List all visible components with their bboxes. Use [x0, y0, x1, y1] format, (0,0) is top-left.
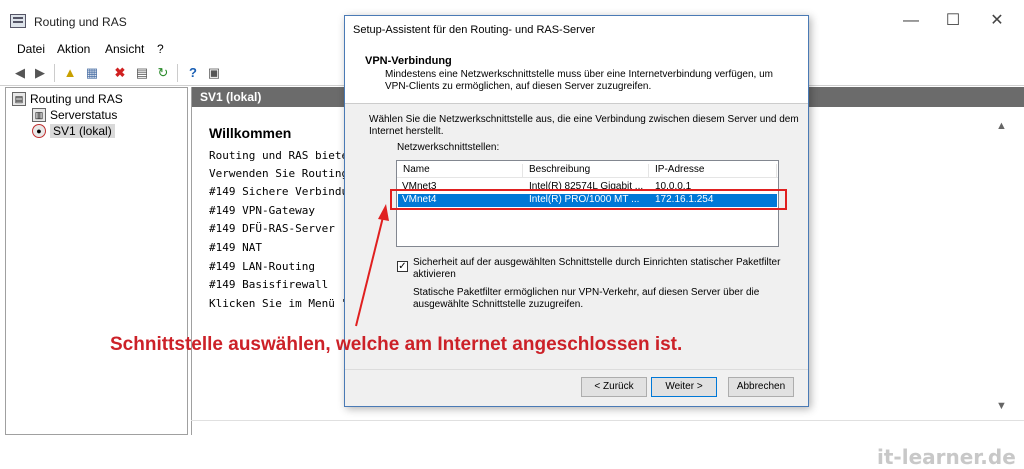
- close-icon[interactable]: ✕: [982, 10, 1012, 32]
- tree-root[interactable]: ▤ Routing und RAS: [12, 92, 123, 106]
- window-title: Routing und RAS: [34, 15, 127, 29]
- highlight-box: [390, 189, 787, 210]
- properties-icon[interactable]: ▤: [134, 65, 150, 81]
- cancel-button[interactable]: Abbrechen: [728, 377, 794, 397]
- app-icon: [10, 14, 26, 28]
- delete-icon[interactable]: ✖: [112, 65, 128, 81]
- feature-line: #149 DFÜ-RAS-Server: [209, 222, 335, 235]
- watermark: it-learner.de: [877, 445, 1016, 469]
- feature-line: #149 NAT: [209, 241, 262, 254]
- annotation-text: Schnittstelle auswählen, welche am Inter…: [110, 334, 683, 355]
- maximize-icon[interactable]: ☐: [938, 10, 968, 32]
- dialog-title: Setup-Assistent für den Routing- und RAS…: [345, 16, 808, 44]
- vertical-scrollbar[interactable]: ▲ ▼: [993, 108, 1010, 420]
- listview-header: Name Beschreibung IP-Adresse: [397, 161, 778, 178]
- dialog-separator: [345, 369, 808, 370]
- server-icon: ▤: [12, 92, 26, 106]
- packet-filter-label[interactable]: Sicherheit auf der ausgewählten Schnitts…: [413, 257, 798, 281]
- feature-line: #149 Sichere Verbindung: [209, 185, 362, 198]
- menu-datei[interactable]: Datei: [17, 42, 45, 56]
- dialog-intro: Wählen Sie die Netzwerkschnittstelle aus…: [369, 114, 799, 137]
- dialog-subheading: Mindestens eine Netzwerkschnittstelle mu…: [385, 69, 773, 92]
- feature-line: #149 Basisfirewall: [209, 278, 329, 291]
- tree-item-sv1[interactable]: ● SV1 (lokal): [32, 124, 115, 138]
- dialog-header: VPN-Verbindung Mindestens eine Netzwerks…: [345, 44, 808, 104]
- scroll-down-icon[interactable]: ▼: [993, 400, 1010, 412]
- scroll-up-icon[interactable]: ▲: [993, 120, 1010, 132]
- next-button[interactable]: Weiter >: [651, 377, 717, 397]
- console-view-icon[interactable]: ▣: [206, 65, 222, 81]
- column-header-description[interactable]: Beschreibung: [523, 164, 649, 178]
- minimize-icon[interactable]: —: [896, 10, 926, 32]
- menu-aktion[interactable]: Aktion: [57, 42, 90, 56]
- welcome-line: Verwenden Sie Routing u: [209, 167, 362, 180]
- up-folder-icon[interactable]: ▲: [62, 65, 78, 81]
- dialog-heading: VPN-Verbindung: [365, 55, 452, 67]
- toolbar-separator: [177, 64, 178, 82]
- back-button[interactable]: < Zurück: [581, 377, 647, 397]
- feature-line: #149 VPN-Gateway: [209, 204, 315, 217]
- interfaces-label: Netzwerkschnittstellen:: [397, 142, 500, 153]
- menu-help[interactable]: ?: [157, 42, 164, 56]
- refresh-icon[interactable]: ↻: [155, 65, 171, 81]
- server-local-icon: ●: [32, 124, 46, 138]
- toolbar-separator: [54, 64, 55, 82]
- welcome-heading: Willkommen: [209, 125, 292, 141]
- column-header-name[interactable]: Name: [397, 164, 523, 178]
- server-status-icon: ▥: [32, 108, 46, 122]
- forward-arrow-icon[interactable]: ▶: [32, 65, 48, 81]
- packet-filter-checkbox[interactable]: ✓: [397, 261, 408, 272]
- status-bar: [191, 420, 1024, 435]
- menu-ansicht[interactable]: Ansicht: [105, 42, 144, 56]
- column-header-ip[interactable]: IP-Adresse: [649, 164, 777, 178]
- packet-filter-description: Statische Paketfilter ermöglichen nur VP…: [413, 287, 760, 310]
- tree-item-serverstatus[interactable]: ▥ Serverstatus: [32, 108, 117, 122]
- show-hide-tree-icon[interactable]: ▦: [84, 65, 100, 81]
- help-icon[interactable]: ?: [185, 65, 201, 81]
- back-arrow-icon[interactable]: ◀: [12, 65, 28, 81]
- console-tree: ▤ Routing und RAS ▥ Serverstatus ● SV1 (…: [5, 87, 188, 435]
- feature-line: #149 LAN-Routing: [209, 260, 315, 273]
